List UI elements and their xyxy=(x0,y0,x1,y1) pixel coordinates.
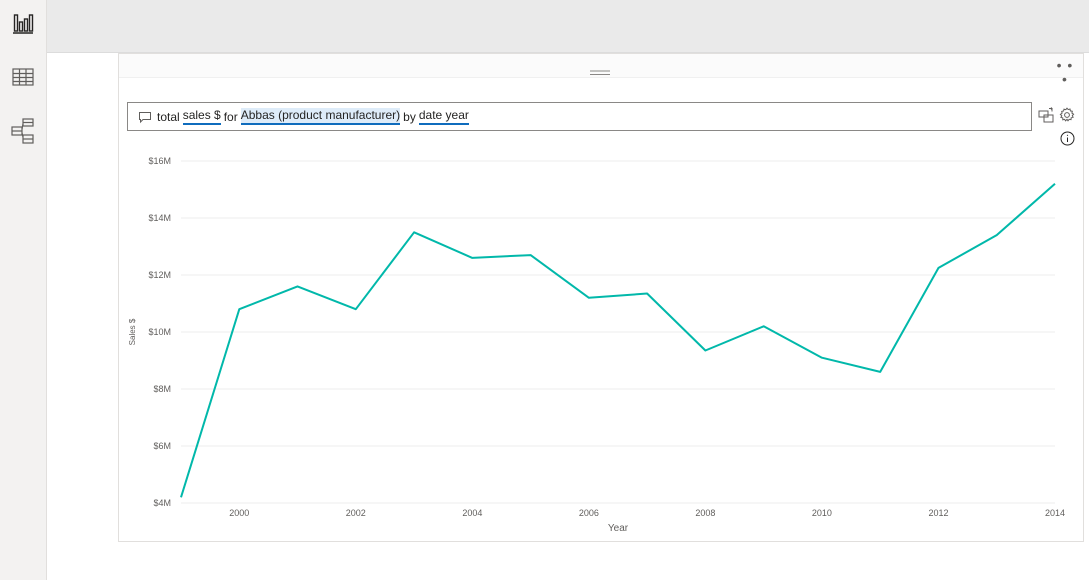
y-tick-label: $4M xyxy=(153,498,171,508)
x-tick-label: 2012 xyxy=(928,508,948,518)
model-diagram-icon xyxy=(11,117,35,149)
gridlines xyxy=(181,160,1055,504)
x-tick-label: 2014 xyxy=(1045,508,1065,518)
y-axis-ticks: $4M $6M $8M $10M $12M $14M $16M xyxy=(148,156,171,508)
qa-visual[interactable]: • • • total sales $ for Abbas (product m… xyxy=(118,53,1084,542)
series-layer xyxy=(175,178,1061,503)
qa-question-input[interactable]: total sales $ for Abbas (product manufac… xyxy=(127,102,1032,131)
data-view-button[interactable] xyxy=(8,64,38,94)
more-options-button[interactable]: • • • xyxy=(1055,58,1075,86)
drag-handle-icon[interactable] xyxy=(590,63,610,75)
x-tick-label: 2000 xyxy=(229,508,249,518)
series-line xyxy=(180,183,1056,498)
x-axis-label: Year xyxy=(608,523,629,534)
bar-chart-icon xyxy=(11,11,35,40)
data-point[interactable] xyxy=(466,252,478,264)
x-tick-label: 2006 xyxy=(579,508,599,518)
x-axis-ticks: 2000 2002 2004 2006 2008 2010 2012 2014 xyxy=(229,508,1065,518)
data-point[interactable] xyxy=(991,229,1003,241)
y-axis-label: Sales $ xyxy=(128,318,137,345)
data-point[interactable] xyxy=(758,320,770,332)
data-point[interactable] xyxy=(175,491,187,503)
top-canvas-band xyxy=(47,0,1089,53)
left-nav-rail xyxy=(0,0,47,580)
x-tick-label: 2002 xyxy=(346,508,366,518)
speech-bubble-icon xyxy=(138,110,152,124)
turn-into-visual-icon xyxy=(1038,106,1054,128)
qa-term-date-year[interactable]: date year xyxy=(418,108,469,125)
data-point[interactable] xyxy=(292,280,304,292)
data-point[interactable] xyxy=(1049,178,1061,190)
qa-token: by xyxy=(403,109,416,124)
qa-term-manufacturer[interactable]: Abbas (product manufacturer) xyxy=(240,108,401,125)
data-point[interactable] xyxy=(932,262,944,274)
y-tick-label: $6M xyxy=(153,441,171,451)
turn-into-visual-button[interactable] xyxy=(1037,106,1055,128)
y-tick-label: $8M xyxy=(153,384,171,394)
table-grid-icon xyxy=(12,67,34,92)
data-point[interactable] xyxy=(408,226,420,238)
x-tick-label: 2004 xyxy=(462,508,482,518)
y-tick-label: $14M xyxy=(148,213,171,223)
y-tick-label: $16M xyxy=(148,156,171,166)
settings-button[interactable] xyxy=(1058,106,1076,128)
x-tick-label: 2008 xyxy=(695,508,715,518)
qa-token: total xyxy=(157,109,180,124)
data-point[interactable] xyxy=(699,345,711,357)
data-point[interactable] xyxy=(816,352,828,364)
data-point[interactable] xyxy=(583,292,595,304)
x-tick-label: 2010 xyxy=(812,508,832,518)
data-point[interactable] xyxy=(874,366,886,378)
model-view-button[interactable] xyxy=(8,117,38,149)
qa-token: for xyxy=(223,109,238,124)
data-point[interactable] xyxy=(641,288,653,300)
data-point[interactable] xyxy=(233,303,245,315)
data-point[interactable] xyxy=(350,303,362,315)
y-tick-label: $12M xyxy=(148,270,171,280)
data-point[interactable] xyxy=(525,249,537,261)
gear-icon xyxy=(1059,106,1075,128)
report-view-button[interactable] xyxy=(8,10,38,40)
visual-header: • • • xyxy=(119,54,1083,86)
sales-line-chart: $4M$6M$8M$10M$12M$14M$16M 2000 2002 2004 20… xyxy=(128,156,1065,534)
qa-term-sales[interactable]: sales $ xyxy=(182,108,221,125)
y-tick-label: $10M xyxy=(148,327,171,337)
